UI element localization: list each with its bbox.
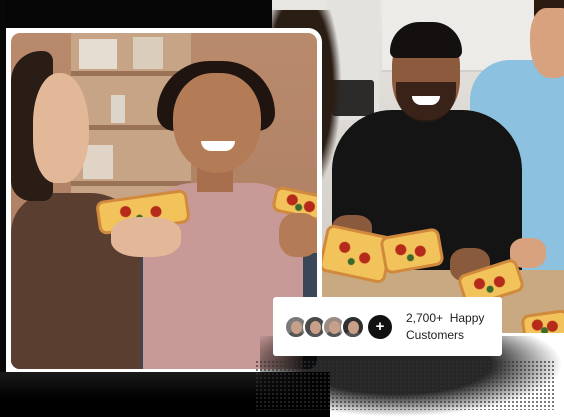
book	[111, 95, 125, 123]
customers-count: 2,700+	[406, 310, 444, 325]
more-customers-plus-icon: +	[368, 314, 392, 339]
woman-smile	[201, 141, 235, 151]
woman-face	[530, 8, 564, 78]
happy-customers-badge: + 2,700+ Happy Customers	[273, 297, 502, 356]
customers-count-text: 2,700+ Happy Customers	[406, 310, 502, 344]
hand	[111, 217, 181, 257]
shelf-board	[71, 181, 191, 186]
decorative-texture	[255, 360, 555, 410]
decorative-band-top	[0, 0, 272, 28]
book	[133, 37, 163, 69]
customers-label: Customers	[406, 327, 465, 342]
woman-face	[173, 73, 261, 173]
book	[79, 39, 117, 69]
customer-avatars: +	[284, 314, 392, 339]
woman-face	[33, 73, 89, 183]
customers-label-happy: Happy	[449, 310, 485, 325]
hand	[279, 213, 317, 257]
customer-avatar	[341, 314, 365, 339]
